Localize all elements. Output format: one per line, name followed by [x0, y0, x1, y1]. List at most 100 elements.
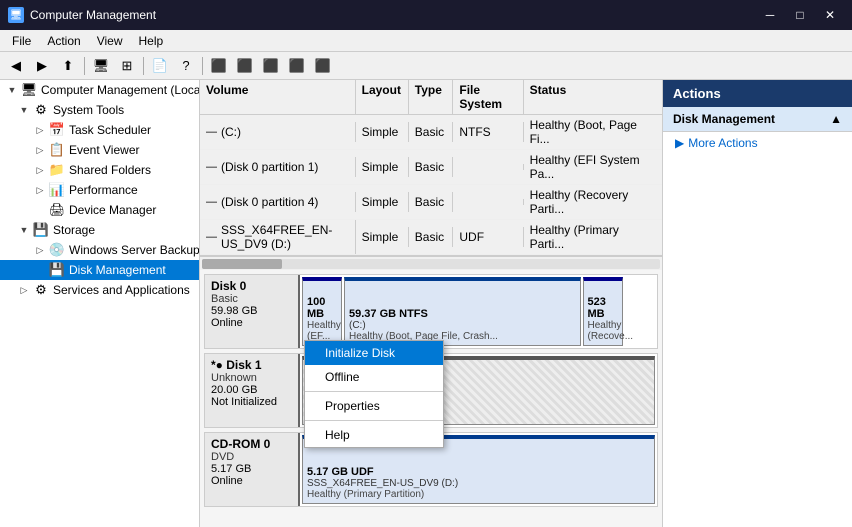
context-menu: Initialize Disk Offline Properties Help [304, 340, 444, 448]
menu-action[interactable]: Action [39, 32, 88, 50]
volume-status: Healthy (Primary Parti... [524, 220, 662, 254]
volume-name: (Disk 0 partition 1) [221, 160, 318, 174]
sidebar-label-wsb: Windows Server Backup [69, 243, 200, 257]
menu-view[interactable]: View [89, 32, 131, 50]
sidebar-label-performance: Performance [69, 183, 138, 197]
volume-status: Healthy (EFI System Pa... [524, 150, 662, 184]
toolbar-btn9[interactable]: ⬛ [311, 55, 335, 77]
context-menu-separator [305, 391, 443, 392]
col-header-layout[interactable]: Layout [356, 80, 409, 114]
toolbar-show-hide-console[interactable]: 🖥 [89, 55, 113, 77]
disk-management-icon: 💾 [48, 262, 66, 278]
window-controls: ─ □ ✕ [756, 4, 844, 26]
menu-help[interactable]: Help [131, 32, 172, 50]
toolbar-forward[interactable]: ▶ [30, 55, 54, 77]
table-row[interactable]: —(Disk 0 partition 4) Simple Basic Healt… [200, 185, 662, 220]
volume-icon: — [206, 126, 217, 138]
sidebar-item-services-apps[interactable]: ▷ ⚙ Services and Applications [0, 280, 199, 300]
disk-info-cdrom: CD-ROM 0 DVD 5.17 GB Online [205, 433, 300, 506]
actions-section-label: Disk Management [673, 112, 775, 126]
toolbar-btn6[interactable]: ⬛ [233, 55, 257, 77]
sidebar-tree: ▼ 🖥 Computer Management (Local ▼ ⚙ Syste… [0, 80, 200, 527]
more-actions-arrow: ▶ [675, 136, 684, 150]
actions-header: Actions [663, 80, 852, 107]
sidebar-item-task-scheduler[interactable]: ▷ 📅 Task Scheduler [0, 120, 199, 140]
sidebar-item-disk-management[interactable]: 💾 Disk Management [0, 260, 199, 280]
context-menu-offline[interactable]: Offline [305, 365, 443, 389]
toolbar-btn8[interactable]: ⬛ [285, 55, 309, 77]
sidebar-item-event-viewer[interactable]: ▷ 📋 Event Viewer [0, 140, 199, 160]
context-menu-help[interactable]: Help [305, 423, 443, 447]
table-header: Volume Layout Type File System Status [200, 80, 662, 115]
storage-icon: 💾 [32, 222, 50, 238]
disk-name-cdrom: CD-ROM 0 [211, 437, 292, 451]
sidebar-item-system-tools[interactable]: ▼ ⚙ System Tools [0, 100, 199, 120]
disk-type-1: Unknown [211, 372, 292, 384]
context-menu-initialize-disk[interactable]: Initialize Disk [305, 341, 443, 365]
volume-name: (Disk 0 partition 4) [221, 195, 318, 209]
sidebar-label-shared-folders: Shared Folders [69, 163, 151, 177]
main-content: Volume Layout Type File System Status —(… [200, 80, 662, 527]
scroll-thumb[interactable] [202, 259, 282, 269]
col-header-fs[interactable]: File System [453, 80, 523, 114]
sidebar-item-windows-server-backup[interactable]: ▷ 💿 Windows Server Backup [0, 240, 199, 260]
actions-section-arrow: ▲ [830, 112, 842, 126]
col-header-type[interactable]: Type [409, 80, 454, 114]
toolbar-btn7[interactable]: ⬛ [259, 55, 283, 77]
sidebar-item-device-manager[interactable]: 🖨 Device Manager [0, 200, 199, 220]
actions-link-more[interactable]: ▶ More Actions [663, 132, 852, 154]
toolbar-new-window[interactable]: ⊞ [115, 55, 139, 77]
sidebar-item-storage[interactable]: ▼ 💾 Storage [0, 220, 199, 240]
toolbar-btn5[interactable]: ⬛ [207, 55, 231, 77]
expand-icon: ▷ [32, 145, 48, 156]
comp-mgmt-icon: 🖥 [20, 82, 38, 98]
horizontal-scrollbar[interactable] [200, 256, 662, 270]
actions-section-disk-management[interactable]: Disk Management ▲ [663, 107, 852, 132]
expand-icon: ▷ [32, 125, 48, 136]
toolbar-properties[interactable]: 📄 [148, 55, 172, 77]
sidebar-item-shared-folders[interactable]: ▷ 📁 Shared Folders [0, 160, 199, 180]
toolbar-up[interactable]: ⬆ [56, 55, 80, 77]
table-row[interactable]: —SSS_X64FREE_EN-US_DV9 (D:) Simple Basic… [200, 220, 662, 255]
app-icon: 🖥 [8, 7, 24, 23]
volume-icon: — [206, 196, 217, 208]
disk-size-0: 59.98 GB [211, 305, 292, 317]
menu-file[interactable]: File [4, 32, 39, 50]
volume-name: (C:) [221, 125, 241, 139]
system-tools-icon: ⚙ [32, 102, 50, 118]
minimize-button[interactable]: ─ [756, 4, 784, 26]
title-bar: 🖥 Computer Management ─ □ ✕ [0, 0, 852, 30]
maximize-button[interactable]: □ [786, 4, 814, 26]
performance-icon: 📊 [48, 182, 66, 198]
shared-folders-icon: 📁 [48, 162, 66, 178]
content-area: Volume Layout Type File System Status —(… [200, 80, 852, 527]
toolbar-back[interactable]: ◀ [4, 55, 28, 77]
disk-size-1: 20.00 GB [211, 384, 292, 396]
volume-type: Basic [409, 227, 454, 247]
context-menu-properties[interactable]: Properties [305, 394, 443, 418]
services-apps-icon: ⚙ [32, 282, 50, 298]
sidebar-label-disk-management: Disk Management [69, 263, 166, 277]
partition-recovery[interactable]: 523 MB Healthy (Recove... [583, 277, 623, 346]
volume-name: SSS_X64FREE_EN-US_DV9 (D:) [221, 223, 349, 251]
sidebar-item-performance[interactable]: ▷ 📊 Performance [0, 180, 199, 200]
expand-icon: ▼ [4, 85, 20, 95]
col-header-volume[interactable]: Volume [200, 80, 356, 114]
toolbar-help[interactable]: ? [174, 55, 198, 77]
disk-row-0: Disk 0 Basic 59.98 GB Online 100 MB Heal… [204, 274, 658, 349]
disk-info-0: Disk 0 Basic 59.98 GB Online [205, 275, 300, 348]
sidebar-label-event-viewer: Event Viewer [69, 143, 139, 157]
volume-fs [453, 164, 523, 170]
col-header-status[interactable]: Status [524, 80, 662, 114]
sidebar-item-comp-mgmt[interactable]: ▼ 🖥 Computer Management (Local [0, 80, 199, 100]
partition-efi[interactable]: 100 MB Healthy (EF... [302, 277, 342, 346]
disk-table: —(C:) Simple Basic NTFS Healthy (Boot, P… [200, 115, 662, 256]
volume-status: Healthy (Boot, Page Fi... [524, 115, 662, 149]
close-button[interactable]: ✕ [816, 4, 844, 26]
table-row[interactable]: —(C:) Simple Basic NTFS Healthy (Boot, P… [200, 115, 662, 150]
disk-status-1: Not Initialized [211, 396, 292, 408]
toolbar: ◀ ▶ ⬆ 🖥 ⊞ 📄 ? ⬛ ⬛ ⬛ ⬛ ⬛ [0, 52, 852, 80]
window-title: Computer Management [30, 8, 156, 22]
partition-c[interactable]: 59.37 GB NTFS (C:) Healthy (Boot, Page F… [344, 277, 581, 346]
table-row[interactable]: —(Disk 0 partition 1) Simple Basic Healt… [200, 150, 662, 185]
